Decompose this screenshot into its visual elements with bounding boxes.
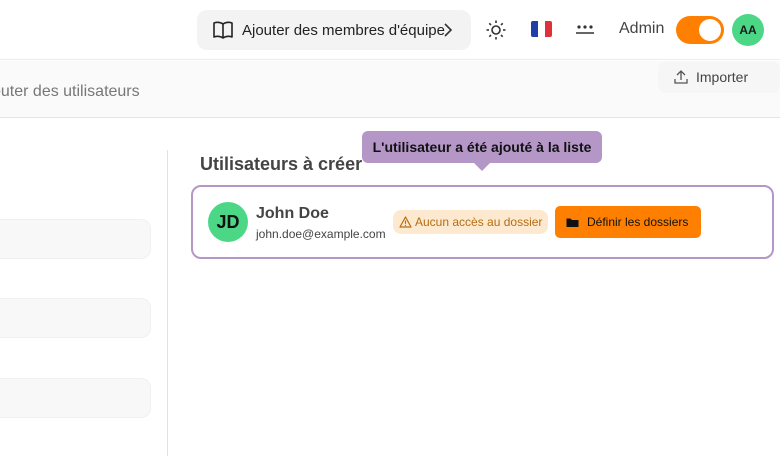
status-badge-label: Aucun accès au dossier xyxy=(415,215,543,229)
status-badge: Aucun accès au dossier xyxy=(393,210,549,234)
import-button[interactable]: Importer xyxy=(658,61,780,93)
page-subtitle: outer des utilisateurs xyxy=(0,83,140,100)
user-card: JD John Doe john.doe@example.com Aucun a… xyxy=(191,185,774,259)
admin-toggle[interactable] xyxy=(676,16,724,44)
section-title: Utilisateurs à créer xyxy=(200,154,363,174)
top-bar: Ajouter des membres d'équipe Admin AA xyxy=(0,0,780,60)
user-card-avatar: JD xyxy=(208,202,248,242)
tooltip-text: L'utilisateur a été ajouté à la liste xyxy=(372,139,592,155)
password-icon[interactable] xyxy=(575,22,595,36)
add-team-members-button[interactable]: Ajouter des membres d'équipe xyxy=(197,10,471,50)
folder-icon xyxy=(566,218,579,227)
import-label: Importer xyxy=(696,69,749,85)
admin-label: Admin xyxy=(619,20,665,37)
warning-icon xyxy=(399,216,412,228)
left-list-item[interactable] xyxy=(0,298,151,338)
user-avatar[interactable]: AA xyxy=(732,14,764,46)
add-team-members-label: Ajouter des membres d'équipe xyxy=(242,21,445,39)
column-divider xyxy=(167,150,168,456)
user-name: John Doe xyxy=(256,205,329,222)
set-folders-label: Définir les dossiers xyxy=(587,215,689,229)
toggle-knob xyxy=(699,19,721,41)
left-list-item[interactable] xyxy=(0,378,151,418)
tooltip-arrow xyxy=(474,163,490,171)
set-folders-button[interactable]: Définir les dossiers xyxy=(555,206,701,238)
flag-fr-icon[interactable] xyxy=(531,21,552,37)
chevron-right-icon xyxy=(444,23,453,37)
success-tooltip: L'utilisateur a été ajouté à la liste xyxy=(362,131,602,171)
left-list-item[interactable] xyxy=(0,219,151,259)
upload-icon xyxy=(674,70,688,84)
user-email: john.doe@example.com xyxy=(256,227,386,241)
sun-icon[interactable] xyxy=(486,20,506,40)
book-icon xyxy=(213,21,233,39)
sub-header: outer des utilisateurs Importer xyxy=(0,61,780,118)
